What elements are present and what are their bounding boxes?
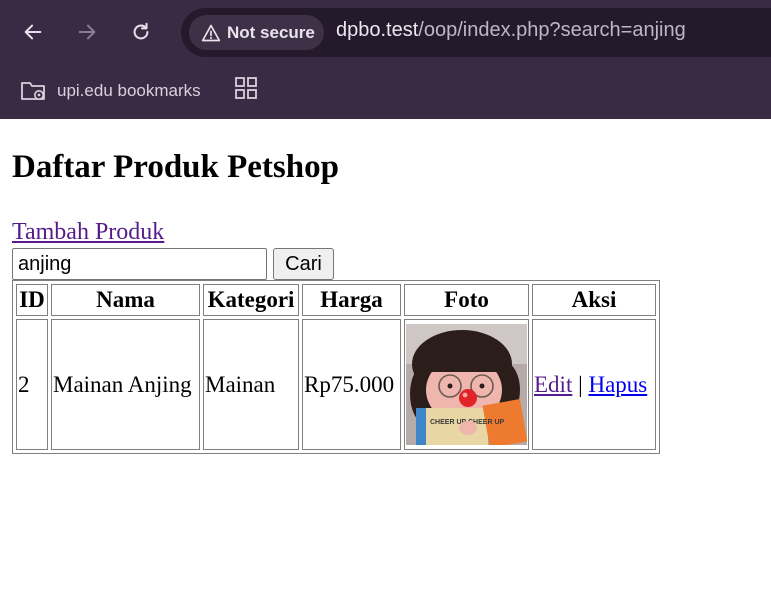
header-id: ID: [16, 284, 48, 316]
address-bar[interactable]: Not secure dpbo.test/oop/index.php?searc…: [181, 8, 771, 57]
forward-arrow-icon: [78, 24, 96, 40]
bookmark-folder-label: upi.edu bookmarks: [57, 81, 201, 100]
header-foto: Foto: [404, 284, 529, 316]
reload-button[interactable]: [123, 14, 159, 50]
cell-nama: Mainan Anjing: [51, 319, 200, 450]
bookmarks-bar: upi.edu bookmarks: [0, 66, 771, 119]
edit-link[interactable]: Edit: [534, 372, 572, 397]
page-title: Daftar Produk Petshop: [12, 149, 339, 185]
folder-settings-icon: [21, 82, 45, 100]
security-chip[interactable]: Not secure: [189, 15, 324, 50]
cell-harga: Rp75.000: [302, 319, 401, 450]
url-path: /oop/index.php?search=anjing: [418, 19, 686, 41]
action-separator: |: [578, 371, 583, 397]
reload-icon: [133, 22, 149, 40]
forward-button[interactable]: [69, 14, 105, 50]
security-label: Not secure: [227, 22, 315, 42]
browser-toolbar: Not secure dpbo.test/oop/index.php?searc…: [0, 0, 771, 66]
cell-id: 2: [16, 319, 48, 450]
header-kategori: Kategori: [203, 284, 299, 316]
cell-kategori: Mainan: [203, 319, 299, 450]
products-table: ID Nama Kategori Harga Foto Aksi 2 Maina…: [12, 280, 660, 454]
product-photo: CHEER UP CHEER UP: [406, 324, 527, 445]
header-harga: Harga: [302, 284, 401, 316]
header-aksi: Aksi: [532, 284, 656, 316]
url-text[interactable]: dpbo.test/oop/index.php?search=anjing: [336, 19, 686, 42]
table-header-row: ID Nama Kategori Harga Foto Aksi: [16, 284, 656, 316]
delete-link[interactable]: Hapus: [588, 372, 647, 397]
cell-aksi: Edit | Hapus: [532, 319, 656, 450]
search-button[interactable]: Cari: [273, 248, 334, 280]
warning-icon: [201, 24, 221, 41]
table-row: 2 Mainan Anjing Mainan Rp75.000 CHEER UP…: [16, 319, 656, 450]
bookmark-folder[interactable]: upi.edu bookmarks: [20, 76, 201, 106]
apps-grid-icon[interactable]: [234, 76, 258, 100]
back-button[interactable]: [15, 14, 51, 50]
cell-foto: CHEER UP CHEER UP: [404, 319, 529, 450]
search-input[interactable]: [12, 248, 267, 280]
header-nama: Nama: [51, 284, 200, 316]
add-product-link[interactable]: Tambah Produk: [12, 219, 164, 246]
back-arrow-icon: [24, 24, 42, 40]
url-host: dpbo.test: [336, 19, 419, 41]
